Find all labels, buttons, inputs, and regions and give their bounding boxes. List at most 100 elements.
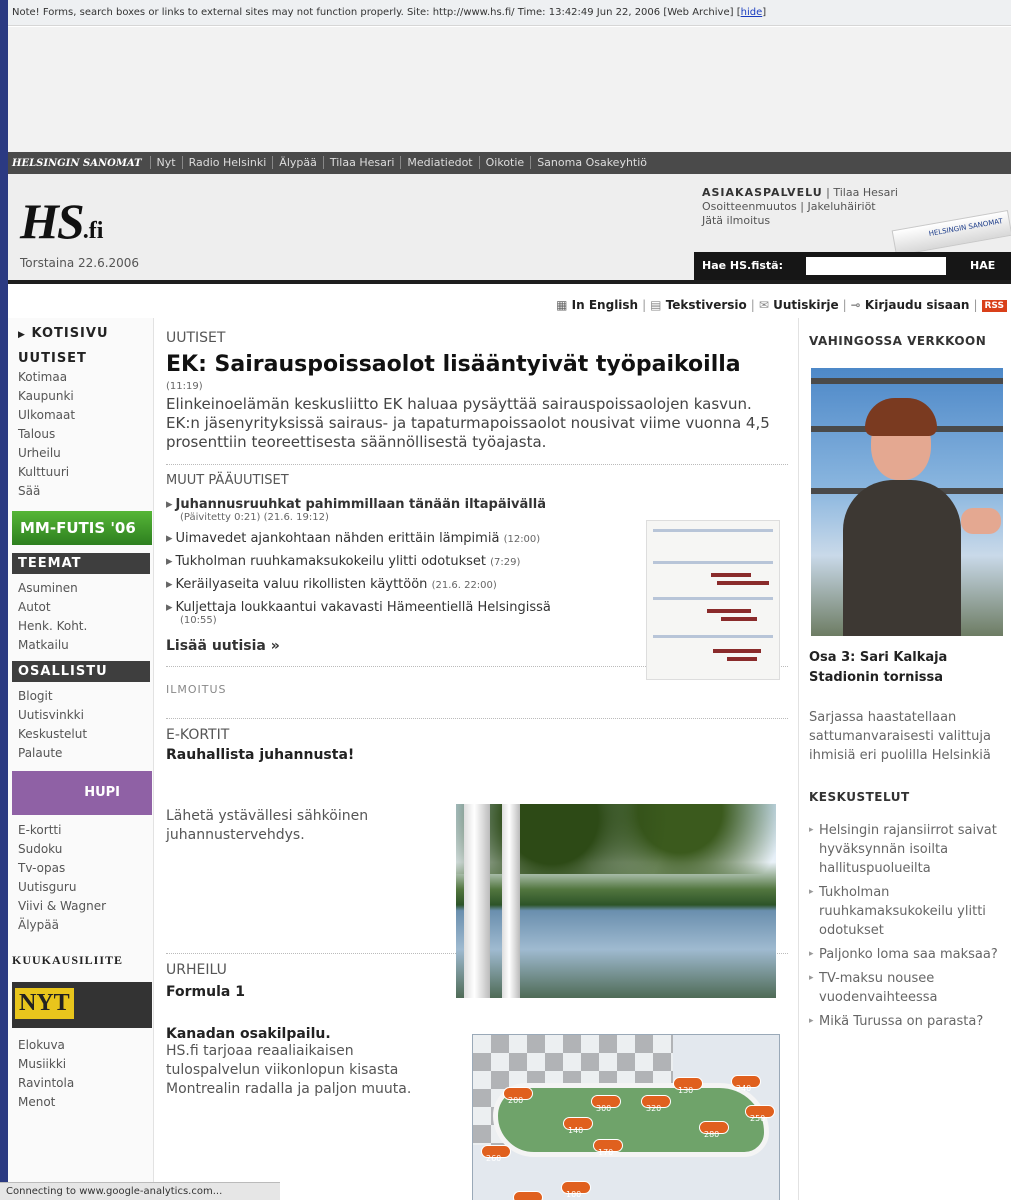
nav-item-palaute[interactable]: Palaute bbox=[8, 744, 153, 763]
nav-home-label: KOTISIVU bbox=[31, 326, 109, 341]
news-item-time: (12:00) bbox=[503, 534, 541, 545]
triangle-right-icon: ▸ bbox=[166, 577, 173, 592]
news-item[interactable]: ▸ Uimavedet ajankohtaan nähden erittäin l… bbox=[166, 527, 626, 550]
topbar-link-alypaa[interactable]: Älypää bbox=[272, 156, 323, 169]
news-item[interactable]: ▸ Kuljettaja loukkaantui vakavasti Hämeen… bbox=[166, 596, 626, 630]
lake-photo[interactable] bbox=[456, 804, 776, 998]
triangle-right-icon: ▸ bbox=[166, 554, 173, 569]
nav-item-kulttuuri[interactable]: Kulttuuri bbox=[8, 463, 153, 482]
toolbar-sep: | bbox=[642, 298, 647, 312]
nav-item-blogit[interactable]: Blogit bbox=[8, 687, 153, 706]
login-link[interactable]: Kirjaudu sisaan bbox=[865, 298, 970, 312]
news-item-time: (21.6. 22:00) bbox=[431, 580, 497, 591]
nav-section-kuukausiliite[interactable]: KUUKAUSILIITE bbox=[8, 935, 153, 978]
nav-item-uutisvinkki[interactable]: Uutisvinkki bbox=[8, 706, 153, 725]
topbar-link-oikotie[interactable]: Oikotie bbox=[478, 156, 531, 169]
news-item[interactable]: ▸ Keräilyaseita valuu rikollisten käyttöö… bbox=[166, 573, 626, 596]
forum-item[interactable]: Paljonko loma saa maksaa? bbox=[809, 942, 1005, 966]
mm-futis-banner[interactable]: MM-FUTIS '06 bbox=[12, 511, 152, 545]
news-item-title: Keräilyaseita valuu rikollisten käyttöön bbox=[175, 577, 428, 592]
topbar-link-sanoma[interactable]: Sanoma Osakeyhtiö bbox=[530, 156, 654, 169]
nav-section-uutiset[interactable]: UUTISET bbox=[8, 345, 153, 368]
nav-item-elokuva[interactable]: Elokuva bbox=[8, 1036, 153, 1055]
nav-item-musiikki[interactable]: Musiikki bbox=[8, 1055, 153, 1074]
triangle-right-icon: ▸ bbox=[166, 600, 173, 615]
forum-title[interactable]: KESKUSTELUT bbox=[809, 790, 910, 804]
nav-item-autot[interactable]: Autot bbox=[8, 598, 153, 617]
nav-item-ravintola[interactable]: Ravintola bbox=[8, 1074, 153, 1093]
news-item[interactable]: ▸ Tukholman ruuhkamaksukokeilu ylitti odo… bbox=[166, 550, 626, 573]
topbar-link-radio[interactable]: Radio Helsinki bbox=[181, 156, 273, 169]
topbar-link-nyt[interactable]: Nyt bbox=[149, 156, 182, 169]
topbar-link-mediatiedot[interactable]: Mediatiedot bbox=[400, 156, 479, 169]
nav-home[interactable]: ▶ KOTISIVU bbox=[8, 318, 153, 345]
nav-item-tvopas[interactable]: Tv-opas bbox=[8, 859, 153, 878]
nav-item-asuminen[interactable]: Asuminen bbox=[8, 579, 153, 598]
news-item[interactable]: ▸ Juhannusruuhkat pahimmillaan tänään ilt… bbox=[166, 493, 626, 527]
nav-item-matkailu[interactable]: Matkailu bbox=[8, 636, 153, 655]
nav-item-sudoku[interactable]: Sudoku bbox=[8, 840, 153, 859]
headline-lead: Elinkeinoelämän keskusliitto EK haluaa p… bbox=[166, 395, 770, 451]
newsletter-link[interactable]: Uutiskirje bbox=[773, 298, 839, 312]
key-icon: ⊸ bbox=[850, 298, 861, 312]
nav-section-teemat: TEEMAT bbox=[12, 553, 150, 574]
ecards-section-label: E-KORTIT bbox=[166, 727, 230, 743]
service-link-osoite[interactable]: Osoitteenmuutos bbox=[702, 200, 797, 213]
nav-item-kaupunki[interactable]: Kaupunki bbox=[8, 387, 153, 406]
f1-track-image[interactable]: 200 300 320 140 130 240 250 280 170 260 … bbox=[472, 1034, 780, 1200]
search-button[interactable]: HAE bbox=[970, 259, 995, 272]
feature-caption-1[interactable]: Osa 3: Sari Kalkaja bbox=[809, 648, 947, 667]
nav-item-uutisguru[interactable]: Uutisguru bbox=[8, 878, 153, 897]
topbar-link-tilaa[interactable]: Tilaa Hesari bbox=[322, 156, 401, 169]
headline-time: (11:19) bbox=[166, 381, 203, 392]
other-news-list: ▸ Juhannusruuhkat pahimmillaan tänään ilt… bbox=[166, 493, 626, 630]
brand-link[interactable]: HELSINGIN SANOMAT bbox=[8, 158, 150, 169]
rss-icon[interactable]: RSS bbox=[981, 299, 1007, 312]
forum-item[interactable]: TV-maksu nousee vuodenvaihteessa bbox=[809, 966, 1005, 1009]
nav-item-ulkomaat[interactable]: Ulkomaat bbox=[8, 406, 153, 425]
triangle-right-icon: ▸ bbox=[166, 531, 173, 546]
mail-icon: ✉ bbox=[758, 298, 769, 312]
nav-item-keskustelut[interactable]: Keskustelut bbox=[8, 725, 153, 744]
forum-list: Helsingin rajansiirrot saivat hyväksynnä… bbox=[809, 818, 1005, 1033]
news-item-time: (10:55) bbox=[180, 615, 217, 626]
feature-title[interactable]: VAHINGOSSA VERKKOON bbox=[809, 334, 1004, 348]
portrait-photo[interactable] bbox=[811, 368, 1003, 636]
nav-item-urheilu[interactable]: Urheilu bbox=[8, 444, 153, 463]
nav-item-menot[interactable]: Menot bbox=[8, 1093, 153, 1112]
forum-item[interactable]: Mikä Turussa on parasta? bbox=[809, 1009, 1005, 1033]
hide-link[interactable]: hide bbox=[741, 7, 763, 18]
news-item-time: (7:29) bbox=[490, 557, 521, 568]
nav-item-viivi[interactable]: Viivi & Wagner bbox=[8, 897, 153, 916]
forum-item[interactable]: Helsingin rajansiirrot saivat hyväksynnä… bbox=[809, 818, 1005, 880]
sports-text: HS.fi tarjoaa reaaliaikaisen tulospalvel… bbox=[166, 1043, 412, 1097]
feature-caption-2[interactable]: Stadionin tornissa bbox=[809, 668, 943, 687]
document-icon: ▤ bbox=[650, 298, 662, 312]
main-headline[interactable]: EK: Sairauspoissaolot lisääntyivät työpa… bbox=[166, 352, 788, 377]
nav-item-ekortti[interactable]: E-kortti bbox=[8, 821, 153, 840]
service-link-jakelu[interactable]: Jakeluhäiriöt bbox=[807, 200, 875, 213]
in-english-link[interactable]: In English bbox=[572, 298, 638, 312]
nav-item-saa[interactable]: Sää bbox=[8, 482, 153, 501]
forum-item[interactable]: Tukholman ruuhkamaksukokeilu ylitti odot… bbox=[809, 880, 1005, 942]
service-sep-2: | bbox=[800, 200, 804, 213]
ecards-title[interactable]: Rauhallista juhannusta! bbox=[166, 747, 788, 763]
main-content: UUTISET EK: Sairauspoissaolot lisääntyiv… bbox=[166, 318, 788, 1200]
hupi-banner[interactable]: HUPI bbox=[12, 771, 152, 815]
service-link-ilmoitus[interactable]: Jätä ilmoitus bbox=[702, 214, 770, 227]
toolbar-sep: | bbox=[750, 298, 755, 312]
current-date: Torstaina 22.6.2006 bbox=[20, 256, 140, 270]
nav-item-talous[interactable]: Talous bbox=[8, 425, 153, 444]
text-version-link[interactable]: Tekstiversio bbox=[666, 298, 747, 312]
nav-item-alypaa[interactable]: Älypää bbox=[8, 916, 153, 935]
search-input[interactable] bbox=[806, 257, 946, 275]
nyt-banner[interactable]: NYT bbox=[12, 982, 152, 1028]
service-link-tilaa[interactable]: Tilaa Hesari bbox=[833, 186, 898, 199]
hs-logo[interactable]: HS.fi bbox=[20, 196, 103, 256]
traffic-chart-thumbnail[interactable] bbox=[646, 520, 780, 680]
toolbar-sep: | bbox=[973, 298, 978, 312]
nav-item-kotimaa[interactable]: Kotimaa bbox=[8, 368, 153, 387]
newspaper-image[interactable]: HELSINGIN SANOMAT bbox=[891, 209, 1011, 257]
nav-item-henk[interactable]: Henk. Koht. bbox=[8, 617, 153, 636]
service-title[interactable]: ASIAKASPALVELU bbox=[702, 186, 823, 199]
